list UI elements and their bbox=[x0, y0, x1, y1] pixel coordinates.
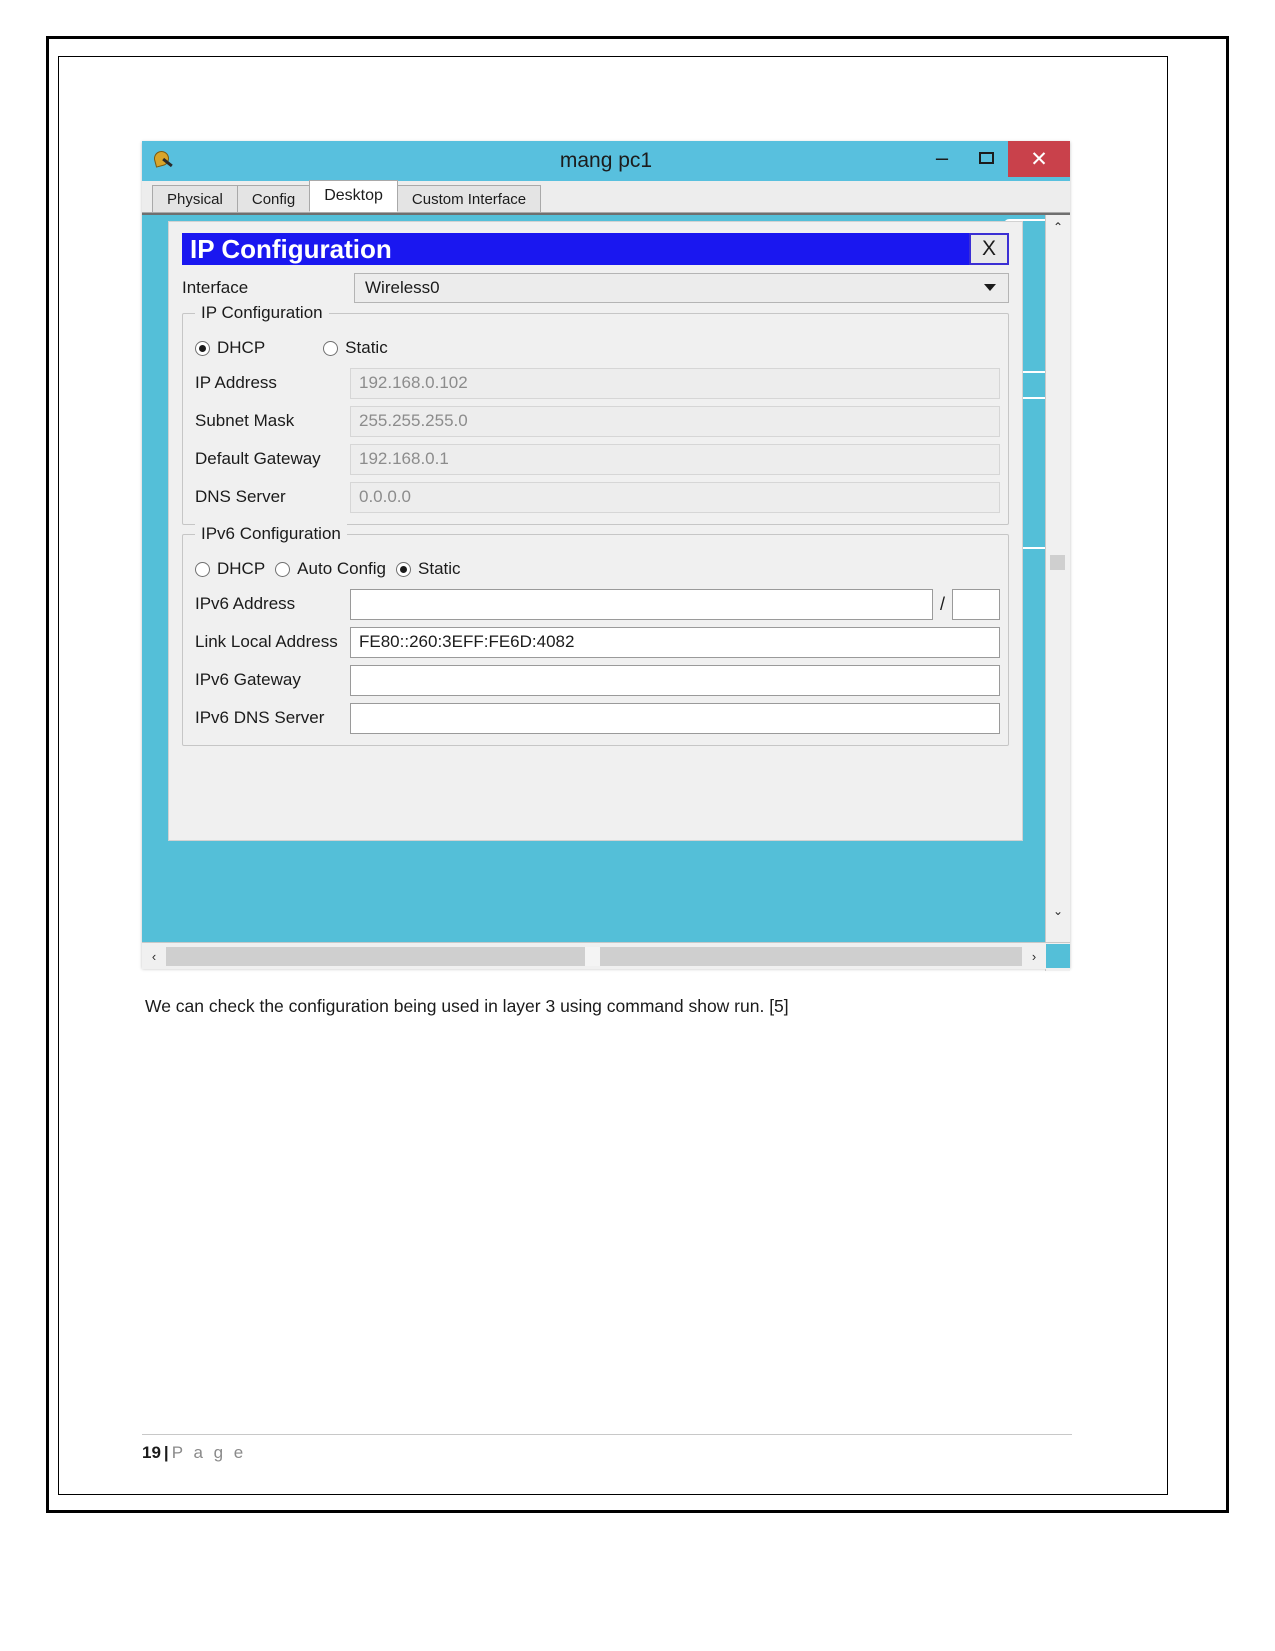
radio-dot-icon bbox=[275, 561, 291, 577]
vertical-scroll-thumb[interactable] bbox=[1050, 555, 1065, 570]
tab-custom-interface[interactable]: Custom Interface bbox=[396, 185, 542, 212]
interface-selected-value: Wireless0 bbox=[365, 277, 440, 297]
ip-address-label: IP Address bbox=[195, 373, 277, 392]
radio-dot-icon bbox=[195, 340, 210, 356]
ipv6-address-label: IPv6 Address bbox=[195, 594, 296, 613]
ipv6-dns-server-input[interactable] bbox=[350, 702, 1000, 734]
desktop-horizontal-scrollbar[interactable]: ‹ › bbox=[142, 942, 1070, 969]
link-local-address-label: Link Local Address bbox=[195, 632, 338, 651]
footer-page-word: P a g e bbox=[171, 1443, 247, 1462]
dns-server-row: DNS Server 0.0.0.0 bbox=[191, 478, 1000, 516]
tab-bar: Physical Config Desktop Custom Interface bbox=[142, 180, 1070, 213]
minimize-button[interactable]: – bbox=[920, 141, 964, 185]
ipv4-mode-radio-group: DHCP Static bbox=[191, 332, 1000, 364]
tab-desktop[interactable]: Desktop bbox=[309, 180, 398, 212]
ipv6-gateway-label: IPv6 Gateway bbox=[195, 670, 301, 689]
horizontal-scroll-track[interactable] bbox=[166, 946, 1022, 966]
ipv4-configuration-group: IP Configuration DHCP Static IP Address … bbox=[182, 303, 1009, 525]
dialog-title: IP Configuration bbox=[182, 233, 969, 265]
tab-physical[interactable]: Physical bbox=[152, 185, 238, 212]
subnet-mask-row: Subnet Mask 255.255.255.0 bbox=[191, 402, 1000, 440]
horizontal-scroll-thumb[interactable] bbox=[585, 946, 601, 966]
radio-ipv6-dhcp[interactable]: DHCP bbox=[195, 559, 265, 579]
footer-divider bbox=[142, 1434, 1072, 1435]
radio-dot-icon bbox=[396, 561, 412, 577]
figure-caption: We can check the configuration being use… bbox=[145, 996, 789, 1016]
default-gateway-label: Default Gateway bbox=[195, 449, 321, 468]
ipv6-dns-server-label: IPv6 DNS Server bbox=[195, 708, 325, 727]
radio-ipv4-static[interactable]: Static bbox=[323, 338, 388, 358]
link-local-address-input[interactable]: FE80::260:3EFF:FE6D:4082 bbox=[350, 626, 1000, 658]
dns-server-label: DNS Server bbox=[195, 487, 286, 506]
page-footer: 19 | P a g e bbox=[142, 1443, 246, 1463]
ipv6-address-row: IPv6 Address / bbox=[191, 585, 1000, 623]
page-number: 19 bbox=[142, 1443, 161, 1462]
radio-ipv6-auto-config-label: Auto Config bbox=[297, 559, 387, 578]
ipv4-group-legend: IP Configuration bbox=[195, 303, 329, 323]
close-button[interactable]: ✕ bbox=[1008, 141, 1070, 177]
interface-row: Interface Wireless0 bbox=[182, 271, 1009, 304]
subnet-mask-label: Subnet Mask bbox=[195, 411, 295, 430]
scroll-up-arrow-icon[interactable]: ⌃ bbox=[1046, 215, 1070, 239]
dialog-header: IP Configuration X bbox=[182, 233, 1009, 265]
tab-config[interactable]: Config bbox=[236, 185, 311, 212]
ipv6-mode-radio-group: DHCP Auto Config Static bbox=[191, 553, 1000, 585]
ip-address-input[interactable]: 192.168.0.102 bbox=[350, 367, 1000, 399]
default-gateway-row: Default Gateway 192.168.0.1 bbox=[191, 440, 1000, 478]
packet-tracer-window: mang pc1 – ✕ Physical Config Desktop Cus… bbox=[142, 141, 1070, 971]
radio-ipv4-static-label: Static bbox=[345, 338, 388, 357]
radio-dot-icon bbox=[323, 340, 339, 356]
ipv6-prefix-input[interactable] bbox=[952, 588, 1000, 620]
radio-dot-icon bbox=[195, 561, 210, 577]
radio-ipv4-dhcp[interactable]: DHCP bbox=[195, 338, 265, 358]
scrollbar-corner bbox=[1046, 944, 1070, 968]
radio-ipv6-static[interactable]: Static bbox=[396, 559, 461, 579]
ip-configuration-dialog: IP Configuration X Interface Wireless0 I… bbox=[168, 221, 1023, 841]
radio-ipv4-dhcp-label: DHCP bbox=[217, 338, 266, 357]
desktop-vertical-scrollbar[interactable]: ⌃ ⌄ bbox=[1045, 215, 1070, 971]
subnet-mask-input[interactable]: 255.255.255.0 bbox=[350, 405, 1000, 437]
ipv6-prefix-separator: / bbox=[939, 593, 945, 614]
radio-ipv6-dhcp-label: DHCP bbox=[217, 559, 266, 578]
scroll-left-arrow-icon[interactable]: ‹ bbox=[142, 944, 166, 968]
footer-separator: | bbox=[163, 1443, 169, 1462]
ipv6-address-input[interactable] bbox=[350, 588, 933, 620]
scroll-down-arrow-icon[interactable]: ⌄ bbox=[1046, 899, 1070, 923]
desktop-canvas: r IP Configuration X Interface Wireless0… bbox=[142, 213, 1070, 971]
scroll-right-arrow-icon[interactable]: › bbox=[1022, 944, 1046, 968]
maximize-icon bbox=[978, 152, 994, 164]
ipv6-gateway-input[interactable] bbox=[350, 664, 1000, 696]
interface-label: Interface bbox=[182, 277, 249, 297]
default-gateway-input[interactable]: 192.168.0.1 bbox=[350, 443, 1000, 475]
ipv6-gateway-row: IPv6 Gateway bbox=[191, 661, 1000, 699]
radio-ipv6-static-label: Static bbox=[418, 559, 461, 578]
ipv6-group-legend: IPv6 Configuration bbox=[195, 524, 347, 544]
ipv6-configuration-group: IPv6 Configuration DHCP Auto Config Stat… bbox=[182, 524, 1009, 746]
chevron-down-icon bbox=[984, 284, 996, 291]
ipv6-dns-server-row: IPv6 DNS Server bbox=[191, 699, 1000, 737]
window-titlebar: mang pc1 – ✕ bbox=[142, 141, 1070, 181]
maximize-button[interactable] bbox=[964, 141, 1008, 175]
ip-address-row: IP Address 192.168.0.102 bbox=[191, 364, 1000, 402]
radio-ipv6-auto-config[interactable]: Auto Config bbox=[275, 559, 386, 579]
window-controls: – ✕ bbox=[920, 141, 1070, 181]
dialog-close-button[interactable]: X bbox=[969, 233, 1009, 265]
link-local-address-row: Link Local Address FE80::260:3EFF:FE6D:4… bbox=[191, 623, 1000, 661]
interface-select[interactable]: Wireless0 bbox=[354, 272, 1009, 303]
dns-server-input[interactable]: 0.0.0.0 bbox=[350, 481, 1000, 513]
